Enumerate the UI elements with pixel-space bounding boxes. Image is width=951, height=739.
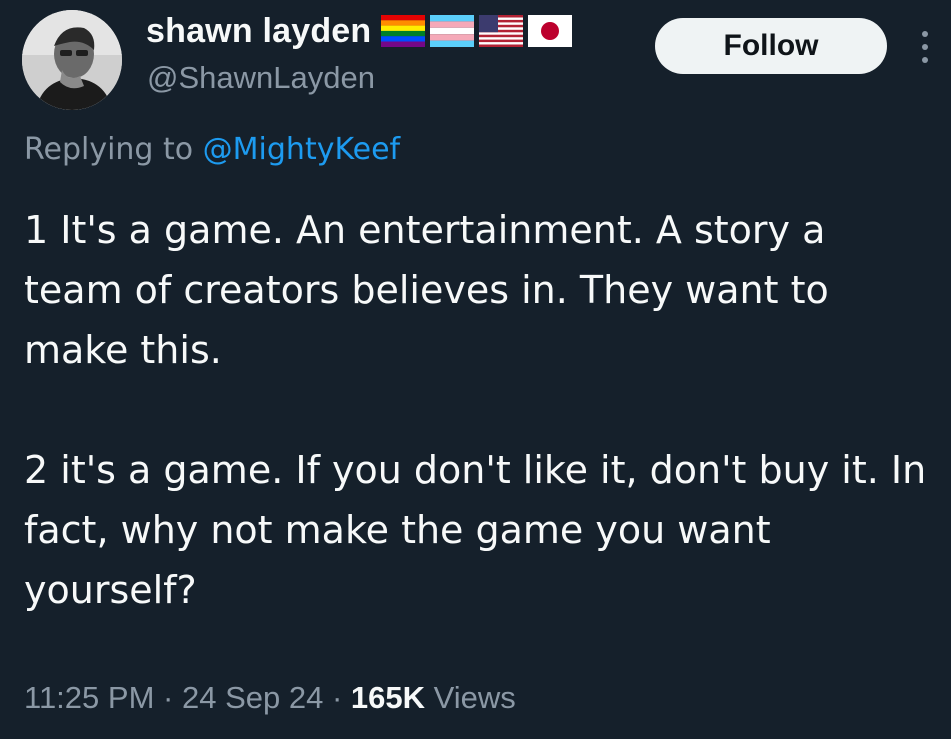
avatar-photo [22,10,122,110]
tweet-date[interactable]: 24 Sep 24 [182,680,323,715]
meta-separator: · [331,680,343,715]
rainbow-flag-icon [381,15,426,47]
avatar[interactable] [22,10,122,110]
user-handle[interactable]: @ShawnLayden [147,60,375,96]
more-dot [922,57,928,63]
follow-button[interactable]: Follow [655,18,887,74]
transgender-flag-icon [430,15,475,47]
reply-mention-link[interactable]: @MightyKeef [203,132,400,167]
replying-to-line: Replying to @MightyKeef [24,132,400,167]
tweet-header: shawn layden @ShawnLayden Follow [0,0,951,120]
more-vertical-icon[interactable] [912,22,938,72]
views-count[interactable]: 165K [351,680,425,715]
tweet-meta: 11:25 PM · 24 Sep 24 · 165K Views [24,680,516,716]
replying-to-label: Replying to [24,132,203,167]
more-dot [922,31,928,37]
japan-flag-icon [528,15,573,47]
views-label: Views [433,680,516,715]
display-name[interactable]: shawn layden [146,12,371,51]
tweet-text: 1 It's a game. An entertainment. A story… [24,200,929,620]
us-flag-icon [479,15,524,47]
tweet-paragraph: 2 it's a game. If you don't like it, don… [24,448,927,612]
tweet-time[interactable]: 11:25 PM [24,680,154,715]
tweet-paragraph: 1 It's a game. An entertainment. A story… [24,208,829,372]
meta-separator: · [163,680,174,715]
more-dot [922,44,928,50]
display-name-row: shawn layden [146,8,573,54]
flag-emoji-group [381,15,573,47]
